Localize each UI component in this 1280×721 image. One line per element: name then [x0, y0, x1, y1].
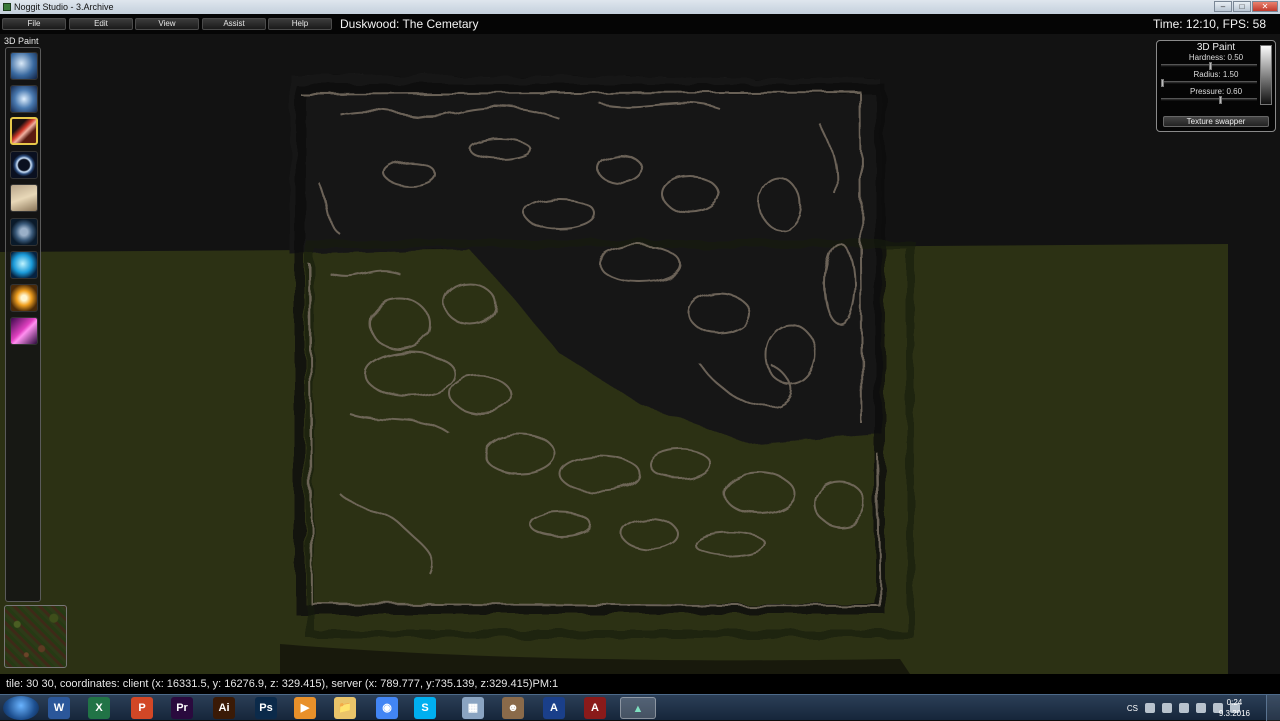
holes-tool[interactable] — [10, 151, 38, 179]
taskbar-app-premiere[interactable]: Pr — [171, 697, 193, 719]
pressure-label: Pressure: 0.60 — [1189, 87, 1243, 96]
taskbar-app-word[interactable]: W — [48, 697, 70, 719]
time-fps-readout: Time: 12:10, FPS: 58 — [1153, 17, 1266, 31]
taskbar-app-explorer[interactable]: 📁 — [334, 697, 356, 719]
mccv-tool[interactable] — [10, 317, 38, 345]
clock-date: 9.3.2016 — [1218, 709, 1250, 718]
menu-edit[interactable]: Edit — [69, 18, 133, 30]
menu-file[interactable]: File — [2, 18, 66, 30]
show-desktop-button[interactable] — [1266, 695, 1280, 721]
close-button[interactable]: ✕ — [1252, 1, 1278, 12]
menu-assist[interactable]: Assist — [202, 18, 266, 30]
radius-thumb[interactable] — [1161, 79, 1164, 87]
flag-icon[interactable] — [1162, 703, 1172, 713]
hardness-thumb[interactable] — [1209, 62, 1212, 70]
tool-palette — [5, 47, 41, 602]
taskbar-app-powerpoint[interactable]: P — [131, 697, 153, 719]
taskbar-app-illustrator[interactable]: Ai — [213, 697, 235, 719]
impassible-tool[interactable] — [10, 218, 38, 246]
taskbar-app-media-player[interactable]: ▶ — [294, 697, 316, 719]
start-button[interactable] — [3, 696, 39, 720]
taskbar-app-game-character[interactable]: ☻ — [502, 697, 524, 719]
taskbar-app-noggit[interactable]: ▲ — [620, 697, 656, 719]
menu-bar: File Edit View Assist Help — [0, 14, 1280, 34]
pressure-slider[interactable] — [1161, 96, 1257, 104]
radius-label: Radius: 1.50 — [1193, 70, 1239, 79]
window-titlebar: Noggit Studio - 3.Archive – □ ✕ — [0, 0, 1280, 14]
status-bar: tile: 30 30, coordinates: client (x: 163… — [0, 674, 1280, 694]
paint-settings-panel: 3D Paint Hardness: 0.50 Radius: 1.50 Pre… — [1156, 40, 1276, 132]
language-indicator[interactable]: CS — [1127, 704, 1138, 713]
taskbar-app-calculator[interactable]: ▦ — [462, 697, 484, 719]
window-title: Noggit Studio - 3.Archive — [14, 2, 114, 12]
texture-swapper-button[interactable]: Texture swapper — [1163, 116, 1269, 127]
taskbar-app-photoshop[interactable]: Ps — [255, 697, 277, 719]
terrain-render — [0, 34, 1280, 674]
taskbar-app-app-a-red[interactable]: A — [584, 697, 606, 719]
raise-lower-tool[interactable] — [10, 52, 38, 80]
taskbar: W X P Pr Ai Ps ▶ 📁 ◉ S ▦ ☻ A A ▲ CS 0:24 9.3.2016 — [0, 694, 1280, 721]
water-tool[interactable] — [10, 251, 38, 279]
selected-texture-preview[interactable] — [4, 605, 67, 668]
maximize-button[interactable]: □ — [1233, 1, 1251, 12]
map-title: Duskwood: The Cemetary — [340, 17, 479, 31]
network-icon[interactable] — [1179, 703, 1189, 713]
radius-slider[interactable] — [1161, 79, 1257, 87]
minimize-button[interactable]: – — [1214, 1, 1232, 12]
flatten-blur-tool[interactable] — [10, 85, 38, 113]
volume-icon[interactable] — [1196, 703, 1206, 713]
taskbar-app-excel[interactable]: X — [88, 697, 110, 719]
terrain-viewport[interactable] — [0, 34, 1280, 674]
clock-time: 0:24 — [1226, 698, 1243, 707]
3d-paint-tool[interactable] — [10, 117, 38, 145]
hardness-label: Hardness: 0.50 — [1188, 53, 1244, 62]
area-id-tool[interactable] — [10, 184, 38, 212]
app-icon — [3, 3, 11, 11]
menu-view[interactable]: View — [135, 18, 199, 30]
windows-icon[interactable] — [1145, 703, 1155, 713]
taskbar-app-skype[interactable]: S — [414, 697, 436, 719]
clock[interactable]: 0:24 9.3.2016 — [1219, 697, 1250, 719]
pressure-thumb[interactable] — [1218, 96, 1222, 104]
menu-help[interactable]: Help — [268, 18, 332, 30]
object-tool[interactable] — [10, 284, 38, 312]
hardness-slider[interactable] — [1161, 62, 1257, 70]
taskbar-app-chrome[interactable]: ◉ — [376, 697, 398, 719]
taskbar-app-app-a-blue[interactable]: A — [543, 697, 565, 719]
panel-title: 3D Paint — [1196, 42, 1236, 53]
current-tool-label: 3D Paint — [4, 36, 39, 46]
